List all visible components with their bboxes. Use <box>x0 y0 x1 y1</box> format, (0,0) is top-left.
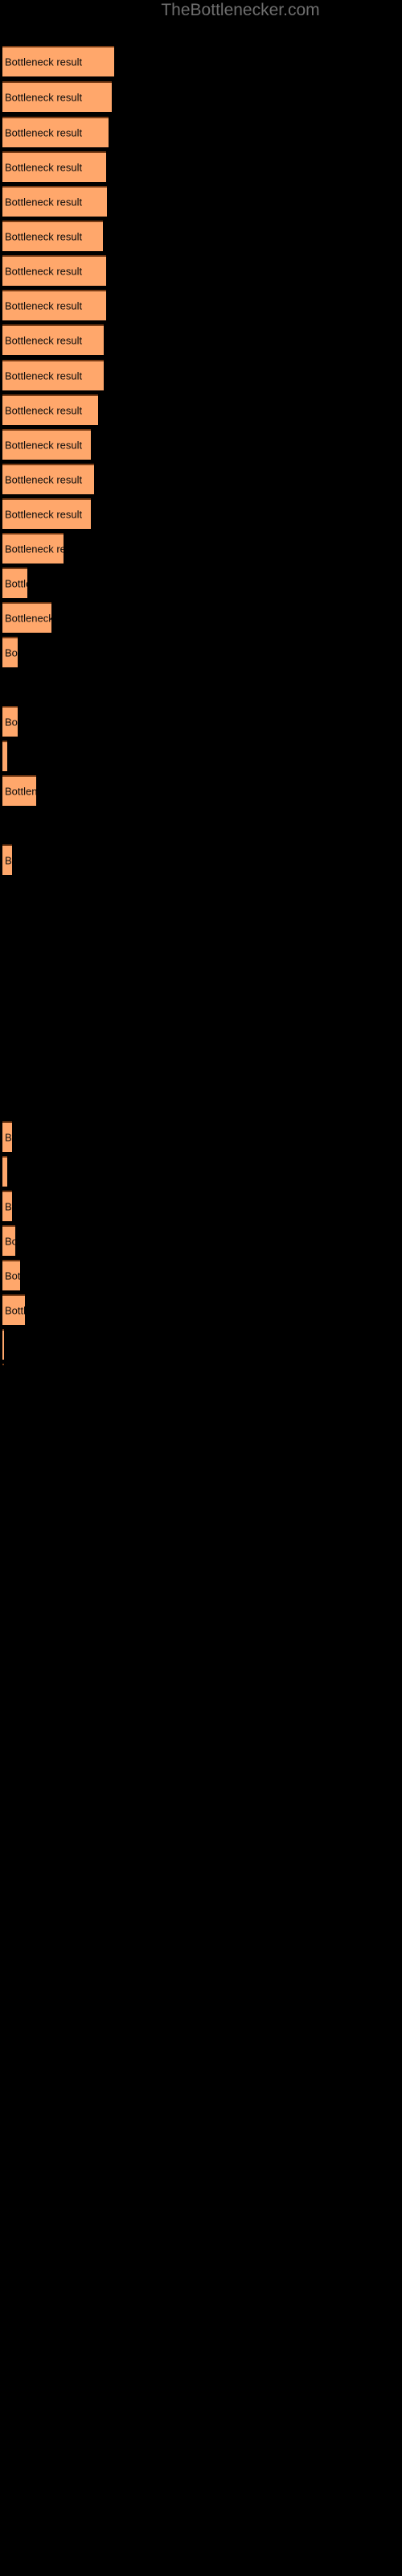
bar-label: Bottleneck result <box>5 716 18 729</box>
bar-label: Bottleneck result <box>5 1304 25 1317</box>
bar-label: Bottleneck result <box>5 91 83 104</box>
bar-label: Bottleneck result <box>5 854 12 867</box>
bar-label: Bottleneck result <box>5 577 27 590</box>
bar-8: Bottleneck result <box>2 290 106 320</box>
bar-13: Bottleneck result <box>2 464 94 494</box>
bar-19: Bottleneck result <box>2 706 18 737</box>
bar-16: Bottleneck result <box>2 568 27 598</box>
bar-label: Bottleneck result <box>5 1131 12 1144</box>
bar-27: Bottleneck result <box>2 1260 20 1290</box>
bar-14: Bottleneck result <box>2 498 91 529</box>
bar-label: Bottleneck result <box>5 543 64 555</box>
bar-18: Bottleneck result <box>2 637 18 667</box>
bar-label: Bottleneck result <box>5 126 83 139</box>
bottleneck-bar-chart: TheBottlenecker.com Bottleneck result Bot… <box>0 0 402 2576</box>
bar-5: Bottleneck result <box>2 186 107 217</box>
bar-label: Bottleneck result <box>5 1235 15 1248</box>
bar-label: Bottleneck result <box>5 56 83 68</box>
bar-label: Bottleneck result <box>5 646 18 659</box>
bar-15: Bottleneck result <box>2 533 64 564</box>
bar-label: Bottleneck result <box>5 1200 12 1213</box>
bar-25: Bottleneck result <box>2 1191 12 1221</box>
bar-24: Bottleneck result <box>2 1156 7 1187</box>
bar-12: Bottleneck result <box>2 429 91 460</box>
bar-label: Bottleneck result <box>5 265 83 278</box>
bar-7: Bottleneck result <box>2 255 106 286</box>
bar-label: Bottleneck result <box>5 161 83 174</box>
bar-label: Bottleneck result <box>5 369 83 382</box>
bar-label: Bottleneck result <box>5 230 83 243</box>
bar-28: Bottleneck result <box>2 1294 25 1325</box>
bar-10: Bottleneck result <box>2 360 104 390</box>
bar-label: Bottleneck result <box>5 785 36 798</box>
bar-label: Bottleneck result <box>5 612 51 625</box>
bar-label: Bottleneck result <box>5 508 83 521</box>
bar-20: Bottleneck result <box>2 741 7 771</box>
bar-label: Bottleneck result <box>5 1269 20 1282</box>
bar-label: Bottleneck result <box>5 334 83 347</box>
bar-29: Bottleneck result <box>2 1329 4 1360</box>
bar-9: Bottleneck result <box>2 324 104 355</box>
bar-label: Bottleneck result <box>5 439 83 452</box>
bar-21: Bottleneck result <box>2 775 36 806</box>
bar-label: Bottleneck result <box>5 404 83 417</box>
bar-3: Bottleneck result <box>2 117 109 147</box>
bar-1: Bottleneck result <box>2 46 114 76</box>
bar-label: Bottleneck result <box>5 299 83 312</box>
bar-label: Bottleneck result <box>5 473 83 486</box>
bar-2: Bottleneck result <box>2 81 112 112</box>
bar-series: Bottleneck result Bottleneck result Bottle… <box>0 0 402 2576</box>
bar-label: Bottleneck result <box>5 196 83 208</box>
bar-26: Bottleneck result <box>2 1225 15 1256</box>
bar-4: Bottleneck result <box>2 151 106 182</box>
bar-17: Bottleneck result <box>2 602 51 633</box>
bar-11: Bottleneck result <box>2 394 98 425</box>
bar-6: Bottleneck result <box>2 221 103 251</box>
bar-30: Bottleneck result <box>2 1364 4 1365</box>
bar-23: Bottleneck result <box>2 1121 12 1152</box>
bar-22: Bottleneck result <box>2 844 12 875</box>
